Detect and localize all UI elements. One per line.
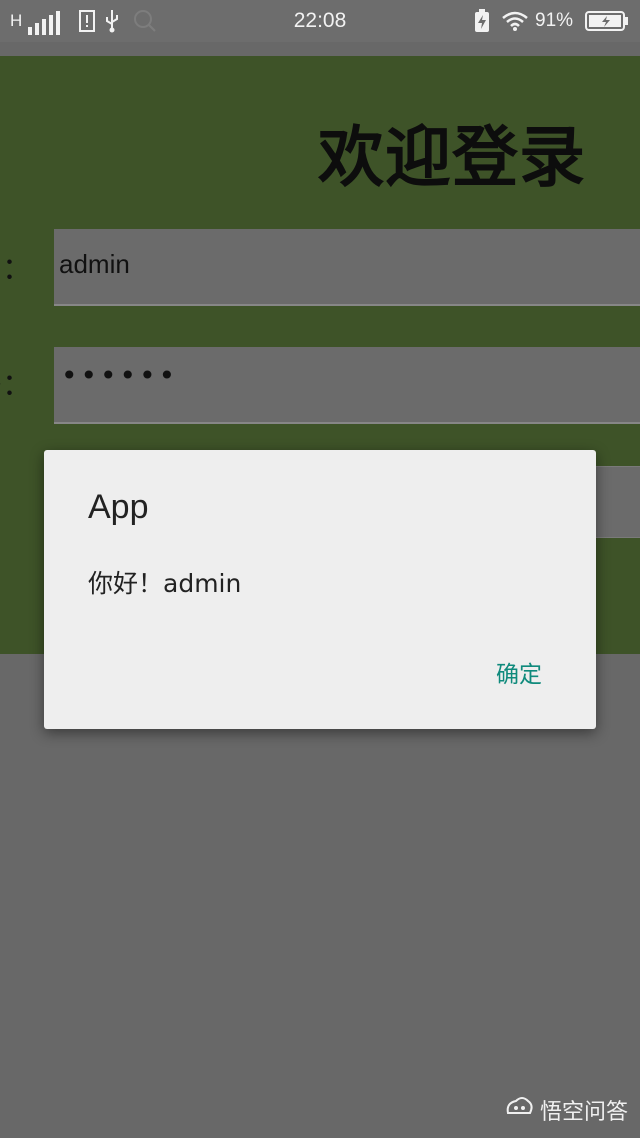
alert-dialog: App 你好！admin 确定 [44, 450, 596, 729]
battery-percent: 91% [535, 10, 574, 31]
status-bar: H 22:08 91% [0, 0, 640, 42]
watermark-text: 悟空问答 [539, 1100, 628, 1125]
wifi-icon [502, 0, 528, 42]
username-label: 号： [0, 252, 32, 287]
dialog-title: App [88, 488, 149, 526]
watermark: 悟空问答 [504, 1094, 628, 1126]
login-button[interactable] [590, 466, 640, 538]
dialog-message: 你好！admin [88, 569, 242, 598]
password-label: 码： [0, 368, 32, 403]
page-title: 欢迎登录 [318, 119, 586, 196]
ok-button[interactable]: 确定 [496, 655, 542, 689]
battery-icon [585, 0, 629, 42]
wukong-logo-icon [504, 1095, 534, 1125]
charging-icon [474, 0, 490, 42]
username-field[interactable]: admin [54, 229, 640, 306]
password-value: •••••• [61, 359, 179, 392]
username-value: admin [59, 249, 130, 279]
password-field[interactable]: •••••• [54, 347, 640, 424]
